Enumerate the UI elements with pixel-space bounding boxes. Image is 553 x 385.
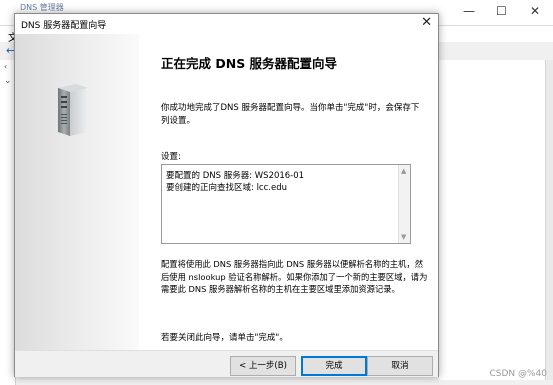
closing-text: 若要关闭此向导，请单击"完成"。	[161, 333, 288, 343]
scroll-up-icon[interactable]: ▲	[401, 167, 406, 175]
settings-scrollbar[interactable]: ▲ ▼	[398, 165, 410, 243]
wizard-content: 正在完成 DNS 服务器配置向导 你成功地完成了DNS 服务器配置向导。当你单击…	[139, 34, 438, 350]
tree-collapse-icon[interactable]: ‹	[4, 62, 7, 71]
dialog-close-button[interactable]: ✕	[421, 15, 432, 30]
settings-textbox[interactable]: 要配置的 DNS 服务器: WS2016-01 要创建的正向查找区域: lcc.…	[161, 164, 411, 244]
dns-manager-title: DNS 管理器	[20, 3, 64, 12]
window-close-button[interactable]: ✕	[530, 4, 540, 18]
info-text: 配置将使用此 DNS 服务器指向此 DNS 服务器以便解析名称的主机，然后使用 …	[161, 259, 428, 294]
minimize-button[interactable]: —	[463, 4, 475, 18]
intro-text: 你成功地完成了DNS 服务器配置向导。当你单击"完成"时，会保存下列设置。	[161, 103, 420, 126]
dialog-titlebar: DNS 服务器配置向导 ✕	[15, 14, 438, 34]
finish-button[interactable]: 完成	[301, 356, 367, 376]
watermark: CSDN @%40	[489, 369, 547, 379]
vertical-scrollbar[interactable]	[545, 60, 553, 380]
wizard-sidebar	[15, 34, 139, 350]
dialog-title: DNS 服务器配置向导	[21, 21, 107, 31]
dialog-footer: < 上一步(B) 完成 取消	[15, 350, 438, 377]
server-tower-icon	[58, 84, 88, 136]
cancel-button[interactable]: 取消	[367, 356, 433, 376]
settings-label: 设置:	[161, 152, 181, 162]
settings-line-server: 要配置的 DNS 服务器: WS2016-01	[166, 171, 305, 181]
scroll-down-icon[interactable]: ▼	[401, 233, 406, 241]
settings-line-zone: 要创建的正向查找区域: lcc.edu	[166, 183, 287, 193]
dns-config-wizard-dialog: DNS 服务器配置向导 ✕ 正在完成 DNS 服务器配置向导 你成功地完成了DN…	[14, 13, 439, 377]
back-button[interactable]: < 上一步(B)	[230, 356, 296, 376]
page-heading: 正在完成 DNS 服务器配置向导	[161, 56, 338, 71]
tree-expand-icon[interactable]: ⌄	[4, 76, 12, 86]
maximize-button[interactable]: ☐	[496, 4, 507, 18]
details-pane	[439, 60, 553, 380]
